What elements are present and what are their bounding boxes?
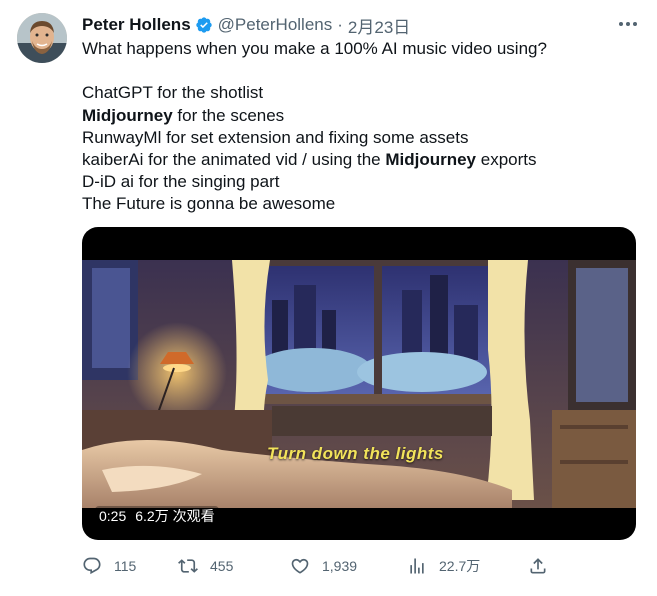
author-handle[interactable]: @PeterHollens (218, 15, 333, 35)
separator-dot: · (337, 15, 343, 34)
retweet-count: 455 (210, 558, 234, 574)
verified-badge-icon (195, 16, 213, 34)
video-player[interactable]: Turn down the lights 0:25 6.2万 次观看 (82, 227, 636, 540)
tweet-text-segment: D-iD ai for the singing part (82, 172, 280, 192)
reply-icon (83, 557, 101, 575)
share-button[interactable] (528, 554, 560, 578)
avatar[interactable] (17, 13, 67, 63)
reply-count: 115 (114, 558, 137, 574)
like-count: 1,939 (322, 558, 358, 574)
views-icon (410, 558, 424, 574)
tweet-line: Midjourney for the scenes (82, 105, 642, 127)
video-time-views: 0:25 6.2万 次观看 (95, 506, 219, 526)
tweet-line: What happens when you make a 100% AI mus… (82, 38, 642, 60)
views-count: 22.7万 (439, 558, 481, 574)
tweet-text-segment: ChatGPT for the shotlist (82, 83, 264, 103)
retweet-icon (178, 559, 198, 573)
tweet-line (82, 60, 642, 82)
tweet-text-segment: for the scenes (172, 105, 285, 125)
more-icon[interactable] (617, 14, 639, 34)
tweet-text-segment: RunwayMl for set extension and fixing so… (82, 127, 469, 147)
video-frame (82, 260, 636, 508)
views-button[interactable]: 22.7万 (407, 554, 480, 578)
share-icon (530, 558, 546, 574)
tweet-text-segment: The Future is gonna be awesome (82, 194, 336, 214)
tweet-line: kaiberAi for the animated vid / using th… (82, 149, 642, 171)
tweet-text-bold: Midjourney (82, 105, 173, 125)
tweet-text-segment: kaiberAi for the animated vid / using th… (82, 149, 386, 169)
author-name[interactable]: Peter Hollens (82, 15, 191, 35)
tweet-date[interactable]: 2月23日 (348, 13, 410, 38)
video-time: 0:25 (99, 508, 127, 524)
like-button[interactable]: 1,939 (290, 554, 357, 578)
tweet-line: ChatGPT for the shotlist (82, 82, 642, 104)
tweet-text: What happens when you make a 100% AI mus… (82, 38, 642, 216)
tweet-line: D-iD ai for the singing part (82, 171, 642, 193)
tweet-line: RunwayMl for set extension and fixing so… (82, 127, 642, 149)
video-caption: Turn down the lights (267, 444, 444, 463)
video-views: 6.2万 次观看 (135, 508, 215, 524)
retweet-button[interactable]: 455 (178, 554, 233, 578)
tweet-line: The Future is gonna be awesome (82, 193, 642, 215)
tweet[interactable]: Peter Hollens @PeterHollens · 2月23日 What… (0, 0, 657, 596)
tweet-text-segment: What happens when you make a 100% AI mus… (82, 39, 547, 58)
like-icon (291, 558, 309, 574)
tweet-text-segment: exports (476, 149, 537, 169)
tweet-header: Peter Hollens @PeterHollens · 2月23日 (82, 13, 410, 37)
reply-button[interactable]: 115 (82, 554, 136, 578)
tweet-text-bold: Midjourney (385, 149, 477, 169)
tweet-actions: 115 455 1,939 22.7万 (82, 554, 552, 578)
